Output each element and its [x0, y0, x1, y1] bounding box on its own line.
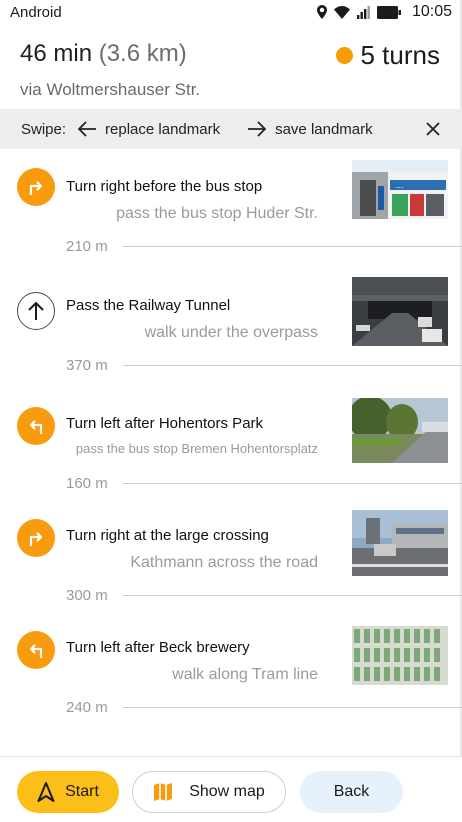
location-icon	[316, 5, 327, 19]
bottom-action-bar: Start Show map Back	[0, 756, 462, 822]
show-map-button[interactable]: Show map	[132, 771, 286, 813]
route-step[interactable]: Turn left after Beck brewery walk along …	[0, 619, 462, 739]
route-step[interactable]: Turn left after Hohentors Park pass the …	[0, 395, 462, 515]
turns-count: 5 turns	[335, 40, 441, 71]
swipe-left-label: replace landmark	[105, 120, 221, 138]
step-distance: 370 m	[66, 357, 108, 374]
start-button-label: Start	[65, 783, 99, 800]
svg-text:...: ...	[396, 181, 404, 190]
step-distance: 210 m	[66, 238, 108, 255]
straight-arrow-icon	[17, 292, 55, 330]
turn-right-icon	[17, 168, 55, 206]
back-button[interactable]: Back	[300, 771, 403, 813]
step-title: Turn right before the bus stop	[66, 178, 263, 195]
step-subtitle: Kathmann across the road	[130, 554, 318, 571]
step-distance: 300 m	[66, 587, 108, 604]
status-app-name: Android	[10, 3, 62, 21]
route-via: via Woltmershauser Str.	[20, 80, 201, 99]
status-bar: Android 10:05	[0, 0, 462, 24]
arrow-left-icon	[78, 121, 97, 137]
route-summary: 46 min (3.6 km) 5 turns	[20, 40, 441, 71]
step-title: Turn right at the large crossing	[66, 527, 269, 544]
swipe-label: Swipe:	[21, 120, 67, 138]
route-step[interactable]: Pass the Railway Tunnel walk under the o…	[0, 277, 462, 397]
step-distance: 160 m	[66, 475, 108, 492]
navigation-arrow-icon	[37, 782, 55, 802]
step-divider	[123, 595, 462, 596]
step-title: Pass the Railway Tunnel	[66, 297, 231, 314]
step-divider	[123, 246, 462, 247]
close-icon[interactable]	[424, 120, 442, 138]
back-button-label: Back	[333, 783, 370, 800]
turn-left-icon	[17, 407, 55, 445]
route-step[interactable]: Turn right before the bus stop pass the …	[0, 158, 462, 278]
step-subtitle: pass the bus stop Bremen Hohentorsplatz	[75, 441, 318, 456]
turns-text: 5 turns	[360, 40, 441, 70]
step-divider	[123, 707, 462, 708]
swipe-right-label: save landmark	[275, 120, 373, 138]
distance-text: (3.6 km)	[98, 40, 187, 67]
swipe-right-hint: save landmark	[248, 121, 373, 138]
battery-icon	[376, 5, 401, 19]
route-step[interactable]: Turn right at the large crossing Kathman…	[0, 507, 462, 627]
railway-tunnel-photo	[352, 277, 448, 346]
swipe-hint-bar: Swipe: replace landmark save landmark	[0, 109, 462, 149]
step-title: Turn left after Beck brewery	[66, 639, 250, 656]
turn-right-icon	[17, 519, 55, 557]
status-time: 10:05	[411, 3, 452, 20]
step-subtitle: walk along Tram line	[172, 666, 318, 683]
step-subtitle: pass the bus stop Huder Str.	[116, 205, 318, 222]
bus-stop-photo: ...	[352, 160, 448, 219]
turns-dot-icon	[335, 47, 353, 64]
swipe-left-hint: replace landmark	[78, 121, 220, 138]
map-icon	[154, 783, 173, 801]
start-button[interactable]: Start	[17, 771, 119, 813]
step-subtitle: walk under the overpass	[144, 324, 318, 341]
step-divider	[123, 483, 462, 484]
park-photo	[352, 398, 448, 463]
signal-icon	[356, 5, 370, 19]
brewery-photo	[352, 626, 448, 685]
step-title: Turn left after Hohentors Park	[66, 415, 264, 432]
arrow-right-icon	[248, 121, 267, 137]
crossing-photo	[352, 510, 448, 576]
step-divider	[123, 365, 462, 366]
duration-text: 46 min	[20, 40, 93, 67]
turn-left-icon	[17, 631, 55, 669]
show-map-button-label: Show map	[189, 783, 265, 800]
step-distance: 240 m	[66, 699, 108, 716]
wifi-icon	[333, 5, 350, 19]
